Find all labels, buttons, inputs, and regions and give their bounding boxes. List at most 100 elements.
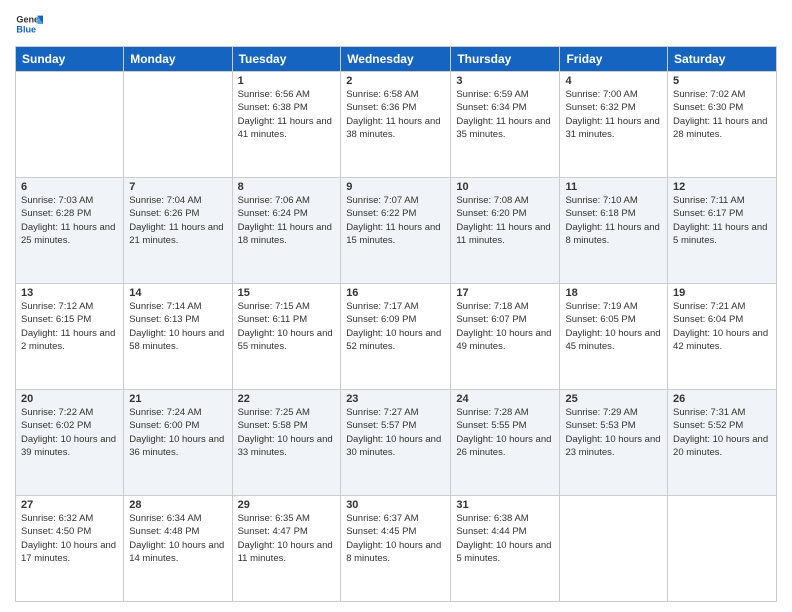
- day-cell: [560, 496, 668, 602]
- day-cell: 31Sunrise: 6:38 AMSunset: 4:44 PMDayligh…: [451, 496, 560, 602]
- day-header-friday: Friday: [560, 47, 668, 72]
- day-header-wednesday: Wednesday: [341, 47, 451, 72]
- day-cell: 17Sunrise: 7:18 AMSunset: 6:07 PMDayligh…: [451, 284, 560, 390]
- day-info: Sunrise: 7:27 AMSunset: 5:57 PMDaylight:…: [346, 406, 445, 459]
- day-number: 28: [129, 499, 226, 511]
- day-cell: 9Sunrise: 7:07 AMSunset: 6:22 PMDaylight…: [341, 178, 451, 284]
- day-number: 22: [238, 393, 336, 405]
- day-number: 8: [238, 181, 336, 193]
- day-number: 7: [129, 181, 226, 193]
- day-info: Sunrise: 7:14 AMSunset: 6:13 PMDaylight:…: [129, 300, 226, 353]
- day-info: Sunrise: 6:58 AMSunset: 6:36 PMDaylight:…: [346, 88, 445, 141]
- day-header-monday: Monday: [124, 47, 232, 72]
- day-info: Sunrise: 7:02 AMSunset: 6:30 PMDaylight:…: [673, 88, 771, 141]
- day-number: 14: [129, 287, 226, 299]
- day-cell: 3Sunrise: 6:59 AMSunset: 6:34 PMDaylight…: [451, 72, 560, 178]
- day-cell: 18Sunrise: 7:19 AMSunset: 6:05 PMDayligh…: [560, 284, 668, 390]
- day-cell: 23Sunrise: 7:27 AMSunset: 5:57 PMDayligh…: [341, 390, 451, 496]
- day-cell: [16, 72, 124, 178]
- day-cell: 13Sunrise: 7:12 AMSunset: 6:15 PMDayligh…: [16, 284, 124, 390]
- day-info: Sunrise: 7:06 AMSunset: 6:24 PMDaylight:…: [238, 194, 336, 247]
- day-number: 23: [346, 393, 445, 405]
- week-row-2: 6Sunrise: 7:03 AMSunset: 6:28 PMDaylight…: [16, 178, 777, 284]
- calendar-table: SundayMondayTuesdayWednesdayThursdayFrid…: [15, 46, 777, 602]
- day-info: Sunrise: 7:15 AMSunset: 6:11 PMDaylight:…: [238, 300, 336, 353]
- day-number: 25: [565, 393, 662, 405]
- day-cell: 20Sunrise: 7:22 AMSunset: 6:02 PMDayligh…: [16, 390, 124, 496]
- day-header-thursday: Thursday: [451, 47, 560, 72]
- day-number: 24: [456, 393, 554, 405]
- day-number: 20: [21, 393, 118, 405]
- day-info: Sunrise: 7:18 AMSunset: 6:07 PMDaylight:…: [456, 300, 554, 353]
- day-cell: 28Sunrise: 6:34 AMSunset: 4:48 PMDayligh…: [124, 496, 232, 602]
- day-info: Sunrise: 7:10 AMSunset: 6:18 PMDaylight:…: [565, 194, 662, 247]
- header-row: SundayMondayTuesdayWednesdayThursdayFrid…: [16, 47, 777, 72]
- day-cell: 29Sunrise: 6:35 AMSunset: 4:47 PMDayligh…: [232, 496, 341, 602]
- day-info: Sunrise: 7:31 AMSunset: 5:52 PMDaylight:…: [673, 406, 771, 459]
- day-info: Sunrise: 7:17 AMSunset: 6:09 PMDaylight:…: [346, 300, 445, 353]
- day-info: Sunrise: 7:12 AMSunset: 6:15 PMDaylight:…: [21, 300, 118, 353]
- day-info: Sunrise: 6:59 AMSunset: 6:34 PMDaylight:…: [456, 88, 554, 141]
- day-number: 11: [565, 181, 662, 193]
- day-cell: 26Sunrise: 7:31 AMSunset: 5:52 PMDayligh…: [668, 390, 777, 496]
- day-info: Sunrise: 6:37 AMSunset: 4:45 PMDaylight:…: [346, 512, 445, 565]
- day-cell: 19Sunrise: 7:21 AMSunset: 6:04 PMDayligh…: [668, 284, 777, 390]
- day-number: 1: [238, 75, 336, 87]
- day-number: 17: [456, 287, 554, 299]
- day-number: 2: [346, 75, 445, 87]
- day-number: 3: [456, 75, 554, 87]
- day-number: 5: [673, 75, 771, 87]
- week-row-4: 20Sunrise: 7:22 AMSunset: 6:02 PMDayligh…: [16, 390, 777, 496]
- day-cell: 21Sunrise: 7:24 AMSunset: 6:00 PMDayligh…: [124, 390, 232, 496]
- week-row-3: 13Sunrise: 7:12 AMSunset: 6:15 PMDayligh…: [16, 284, 777, 390]
- day-number: 6: [21, 181, 118, 193]
- day-number: 29: [238, 499, 336, 511]
- day-cell: 2Sunrise: 6:58 AMSunset: 6:36 PMDaylight…: [341, 72, 451, 178]
- day-number: 13: [21, 287, 118, 299]
- day-cell: [124, 72, 232, 178]
- day-info: Sunrise: 7:03 AMSunset: 6:28 PMDaylight:…: [21, 194, 118, 247]
- day-info: Sunrise: 7:07 AMSunset: 6:22 PMDaylight:…: [346, 194, 445, 247]
- logo: General Blue: [15, 10, 43, 38]
- day-cell: 6Sunrise: 7:03 AMSunset: 6:28 PMDaylight…: [16, 178, 124, 284]
- day-number: 12: [673, 181, 771, 193]
- day-header-sunday: Sunday: [16, 47, 124, 72]
- day-number: 10: [456, 181, 554, 193]
- day-cell: 4Sunrise: 7:00 AMSunset: 6:32 PMDaylight…: [560, 72, 668, 178]
- day-header-saturday: Saturday: [668, 47, 777, 72]
- day-info: Sunrise: 7:22 AMSunset: 6:02 PMDaylight:…: [21, 406, 118, 459]
- day-cell: 7Sunrise: 7:04 AMSunset: 6:26 PMDaylight…: [124, 178, 232, 284]
- day-number: 15: [238, 287, 336, 299]
- day-info: Sunrise: 7:25 AMSunset: 5:58 PMDaylight:…: [238, 406, 336, 459]
- calendar-page: General Blue SundayMondayTuesdayWednesda…: [0, 0, 792, 612]
- day-cell: 25Sunrise: 7:29 AMSunset: 5:53 PMDayligh…: [560, 390, 668, 496]
- svg-text:Blue: Blue: [16, 24, 36, 34]
- day-info: Sunrise: 6:34 AMSunset: 4:48 PMDaylight:…: [129, 512, 226, 565]
- day-cell: 5Sunrise: 7:02 AMSunset: 6:30 PMDaylight…: [668, 72, 777, 178]
- day-cell: [668, 496, 777, 602]
- day-number: 4: [565, 75, 662, 87]
- week-row-5: 27Sunrise: 6:32 AMSunset: 4:50 PMDayligh…: [16, 496, 777, 602]
- logo-icon: General Blue: [15, 10, 43, 38]
- day-number: 30: [346, 499, 445, 511]
- day-info: Sunrise: 6:56 AMSunset: 6:38 PMDaylight:…: [238, 88, 336, 141]
- header: General Blue: [15, 10, 777, 38]
- day-cell: 30Sunrise: 6:37 AMSunset: 4:45 PMDayligh…: [341, 496, 451, 602]
- day-number: 16: [346, 287, 445, 299]
- day-info: Sunrise: 7:29 AMSunset: 5:53 PMDaylight:…: [565, 406, 662, 459]
- day-cell: 12Sunrise: 7:11 AMSunset: 6:17 PMDayligh…: [668, 178, 777, 284]
- day-cell: 27Sunrise: 6:32 AMSunset: 4:50 PMDayligh…: [16, 496, 124, 602]
- day-cell: 22Sunrise: 7:25 AMSunset: 5:58 PMDayligh…: [232, 390, 341, 496]
- day-info: Sunrise: 7:21 AMSunset: 6:04 PMDaylight:…: [673, 300, 771, 353]
- day-header-tuesday: Tuesday: [232, 47, 341, 72]
- day-info: Sunrise: 7:28 AMSunset: 5:55 PMDaylight:…: [456, 406, 554, 459]
- day-info: Sunrise: 7:04 AMSunset: 6:26 PMDaylight:…: [129, 194, 226, 247]
- day-cell: 14Sunrise: 7:14 AMSunset: 6:13 PMDayligh…: [124, 284, 232, 390]
- day-cell: 16Sunrise: 7:17 AMSunset: 6:09 PMDayligh…: [341, 284, 451, 390]
- day-info: Sunrise: 7:08 AMSunset: 6:20 PMDaylight:…: [456, 194, 554, 247]
- day-number: 19: [673, 287, 771, 299]
- day-info: Sunrise: 7:00 AMSunset: 6:32 PMDaylight:…: [565, 88, 662, 141]
- day-info: Sunrise: 7:19 AMSunset: 6:05 PMDaylight:…: [565, 300, 662, 353]
- day-number: 18: [565, 287, 662, 299]
- day-number: 9: [346, 181, 445, 193]
